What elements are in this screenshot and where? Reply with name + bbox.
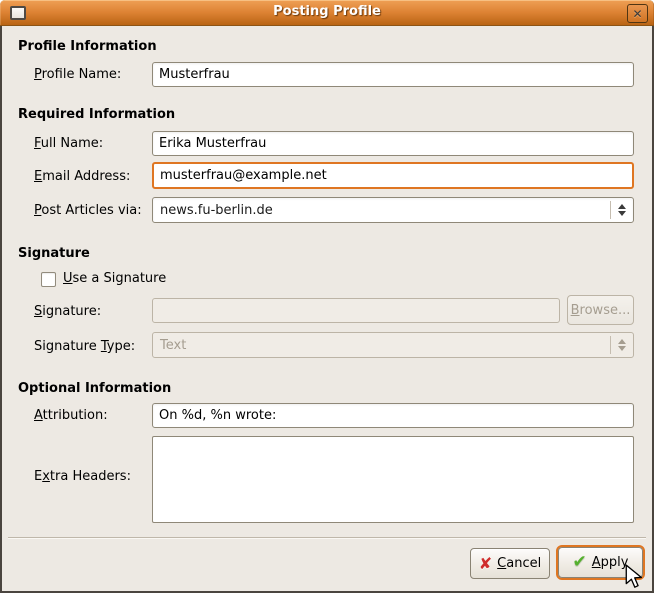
browse-button: Browse...: [567, 295, 634, 325]
full-name-input[interactable]: [152, 131, 634, 156]
signature-type-combo: Text: [152, 332, 634, 358]
email-address-input[interactable]: [152, 162, 634, 189]
post-articles-via-label: Post Articles via:: [34, 203, 142, 218]
posting-profile-dialog: Posting Profile ✕ Profile Information Pr…: [0, 0, 654, 593]
signature-type-label: Signature Type:: [34, 339, 135, 354]
combo-arrows-icon: [611, 339, 633, 351]
post-articles-via-value: news.fu-berlin.de: [153, 203, 610, 218]
cancel-button[interactable]: ✘ Cancel: [470, 548, 550, 579]
post-articles-via-combo[interactable]: news.fu-berlin.de: [152, 197, 634, 223]
close-icon: ✕: [632, 7, 642, 21]
use-signature-label[interactable]: Use a Signature: [63, 271, 166, 286]
attribution-input[interactable]: [152, 403, 634, 428]
footer-separator: [8, 537, 646, 539]
signature-file-input: [152, 298, 560, 323]
profile-name-label: Profile Name:: [34, 67, 121, 82]
titlebar[interactable]: Posting Profile ✕: [0, 0, 654, 26]
signature-label: Signature:: [34, 304, 101, 319]
extra-headers-textarea[interactable]: [152, 436, 634, 523]
apply-button-label: Apply: [592, 555, 629, 570]
signature-type-value: Text: [153, 338, 610, 353]
section-required-information: Required Information: [18, 107, 175, 122]
combo-arrows-icon: [611, 204, 633, 216]
extra-headers-label: Extra Headers:: [34, 469, 131, 484]
cancel-button-label: Cancel: [497, 556, 541, 571]
section-signature: Signature: [18, 246, 90, 261]
window-title: Posting Profile: [0, 4, 654, 19]
full-name-label: Full Name:: [34, 136, 103, 151]
attribution-label: Attribution:: [34, 408, 108, 423]
section-optional-information: Optional Information: [18, 381, 171, 396]
browse-button-label: Browse...: [571, 303, 631, 318]
profile-name-input[interactable]: [152, 62, 634, 87]
email-address-label: Email Address:: [34, 169, 130, 184]
apply-check-icon: ✔: [573, 554, 587, 571]
apply-button[interactable]: ✔ Apply: [558, 547, 643, 578]
close-button[interactable]: ✕: [627, 4, 648, 23]
apply-button-focus-ring: ✔ Apply: [556, 545, 645, 580]
section-profile-information: Profile Information: [18, 39, 157, 54]
use-signature-checkbox[interactable]: [41, 272, 56, 287]
cancel-x-icon: ✘: [479, 556, 492, 572]
